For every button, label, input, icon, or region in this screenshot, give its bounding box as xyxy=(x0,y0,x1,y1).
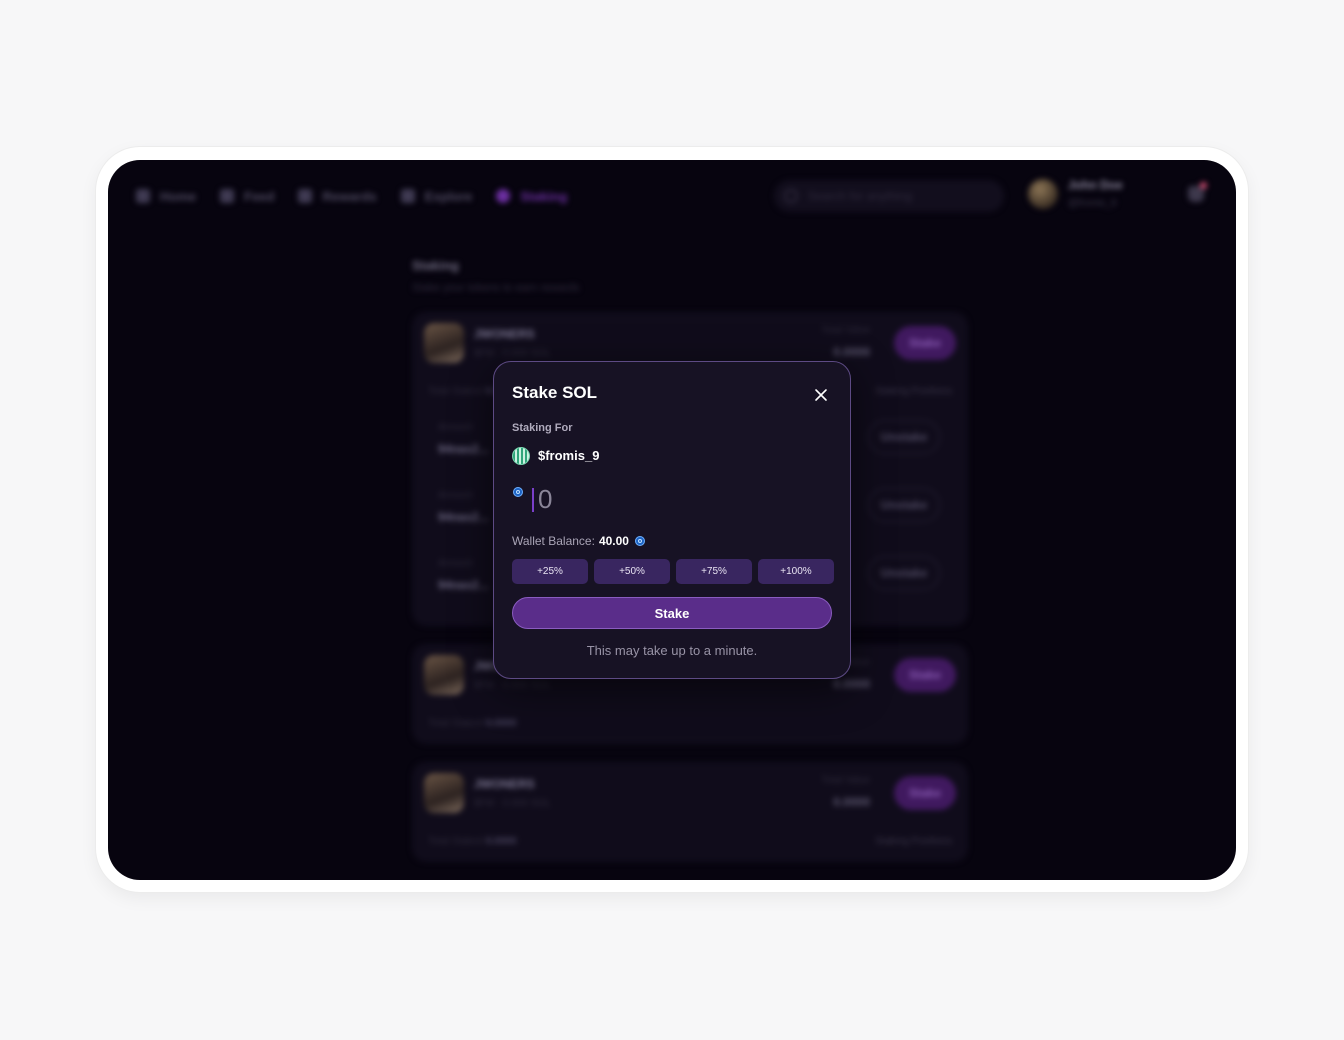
unstake-button[interactable]: Unstake xyxy=(868,420,940,454)
creator-meta: $FM · 0.000 SOL xyxy=(474,680,551,691)
user-handle: @fromis_9 xyxy=(1068,198,1117,209)
nav-label: Explore xyxy=(424,188,473,204)
total-staked: Total Staked 0.0000 xyxy=(428,718,516,729)
staking-positions-toggle[interactable]: Staking Positions xyxy=(875,386,952,397)
nav-label: Staking xyxy=(520,188,568,204)
device-frame: Home Feed Rewards Explore Staking Search… xyxy=(96,147,1248,892)
total-value: 0.0000 xyxy=(833,677,870,691)
percent-buttons: +25% +50% +75% +100% xyxy=(512,559,834,584)
stake-modal: Stake SOL Staking For $fromis_9 Wallet B… xyxy=(493,361,851,679)
total-staked-label: Total Staked xyxy=(428,718,484,729)
unstake-button[interactable]: Unstake xyxy=(868,488,940,522)
close-button[interactable] xyxy=(810,384,832,406)
position-label: Amount xyxy=(438,422,473,433)
avatar xyxy=(1028,178,1058,209)
user-profile[interactable]: John Doe @fromis_9 xyxy=(1028,178,1123,209)
nav-item-rewards[interactable]: Rewards xyxy=(298,188,377,204)
search-placeholder: Search for anything xyxy=(808,189,913,203)
creator-meta: $FM · 0.000 SOL xyxy=(474,348,551,359)
search-icon xyxy=(784,189,798,203)
search-bar[interactable]: Search for anything xyxy=(774,180,1004,212)
sol-coin-icon xyxy=(513,487,523,497)
stake-button[interactable]: Stake xyxy=(512,597,832,629)
nav-label: Feed xyxy=(244,188,275,204)
stake-note: This may take up to a minute. xyxy=(586,643,758,658)
amount-input[interactable] xyxy=(538,482,738,516)
total-value-label: Total Value xyxy=(821,325,870,336)
creator-avatar xyxy=(424,323,464,363)
user-name: John Doe xyxy=(1068,178,1123,192)
position-label: Amount xyxy=(438,558,473,569)
modal-title: Stake SOL xyxy=(512,383,598,402)
page-title: Staking xyxy=(412,258,459,273)
total-staked-label: Total Staked xyxy=(428,386,484,397)
staking-for-label: Staking For xyxy=(512,422,573,434)
wallet-balance-label: Wallet Balance: xyxy=(512,534,595,548)
input-caret xyxy=(532,488,534,512)
nav-item-feed[interactable]: Feed xyxy=(220,189,274,204)
explore-icon xyxy=(400,189,415,203)
percent-50-button[interactable]: +50% xyxy=(594,559,670,584)
nav-item-explore[interactable]: Explore xyxy=(400,188,473,204)
total-value: 0.0000 xyxy=(833,345,870,359)
total-staked-value: 0.0000 xyxy=(485,836,517,847)
total-value: 0.0000 xyxy=(833,795,870,809)
staking-positions-toggle[interactable]: Staking Positions xyxy=(875,836,952,847)
wallet-balance: Wallet Balance: 40.00 xyxy=(512,534,645,548)
stake-button[interactable]: Stake xyxy=(894,776,956,810)
top-nav: Home Feed Rewards Explore Staking xyxy=(136,186,567,206)
rewards-icon xyxy=(298,189,313,203)
total-staked-label: Total Staked xyxy=(428,836,484,847)
total-value-label: Total Value xyxy=(821,775,870,786)
nav-label: Home xyxy=(160,188,197,204)
feed-icon xyxy=(220,189,235,203)
position-value: 94nas2... xyxy=(438,442,489,456)
total-staked-value: 0.0000 xyxy=(485,718,517,729)
nav-item-staking[interactable]: Staking xyxy=(496,189,567,204)
nav-item-home[interactable]: Home xyxy=(136,189,196,204)
position-value: 94nas2... xyxy=(438,510,489,524)
creator-name: JWONERS xyxy=(474,327,535,341)
percent-75-button[interactable]: +75% xyxy=(676,559,752,584)
stake-card: JWONERS $FM · 0.000 SOL Total Value 0.00… xyxy=(412,762,968,862)
creator-meta: $FM · 0.000 SOL xyxy=(474,798,551,809)
wallet-balance-value: 40.00 xyxy=(598,534,629,548)
creator-name: JWONERS xyxy=(474,777,535,791)
staking-icon xyxy=(496,189,511,203)
creator-avatar xyxy=(424,773,464,813)
unstake-button[interactable]: Unstake xyxy=(868,556,940,590)
app-screen: Home Feed Rewards Explore Staking Search… xyxy=(108,160,1236,880)
percent-25-button[interactable]: +25% xyxy=(512,559,588,584)
close-icon xyxy=(815,389,827,401)
nav-label: Rewards xyxy=(322,188,377,204)
home-icon xyxy=(136,189,150,203)
creator-avatar xyxy=(424,655,464,695)
notification-dot xyxy=(1200,182,1207,189)
total-staked: Total Staked 0.0000 xyxy=(428,836,516,847)
token-icon xyxy=(512,447,530,465)
position-value: 94nas2... xyxy=(438,578,489,592)
page-subtitle: Stake your tokens to earn rewards xyxy=(412,282,580,294)
percent-100-button[interactable]: +100% xyxy=(758,559,834,584)
token-name: $fromis_9 xyxy=(538,448,600,463)
stake-button[interactable]: Stake xyxy=(894,326,956,360)
sol-coin-icon xyxy=(634,536,645,546)
position-label: Amount xyxy=(438,490,473,501)
stake-button[interactable]: Stake xyxy=(894,658,956,692)
